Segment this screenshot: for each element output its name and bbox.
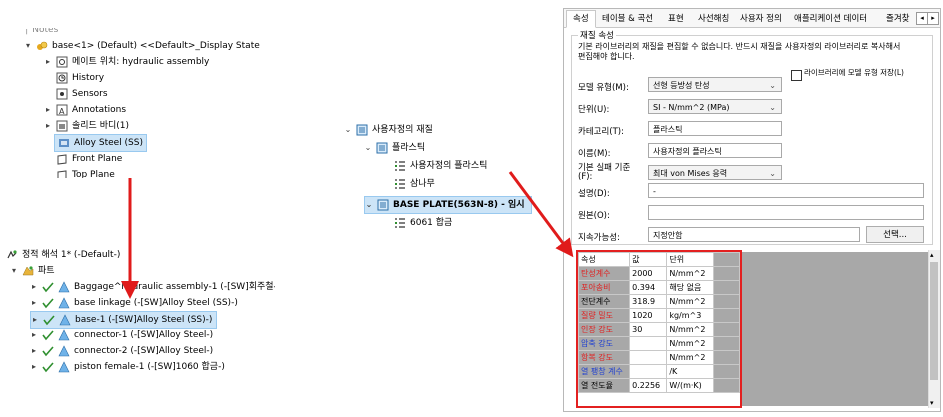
arrow-diagonal xyxy=(508,171,574,258)
annotation-arrows xyxy=(121,171,574,299)
